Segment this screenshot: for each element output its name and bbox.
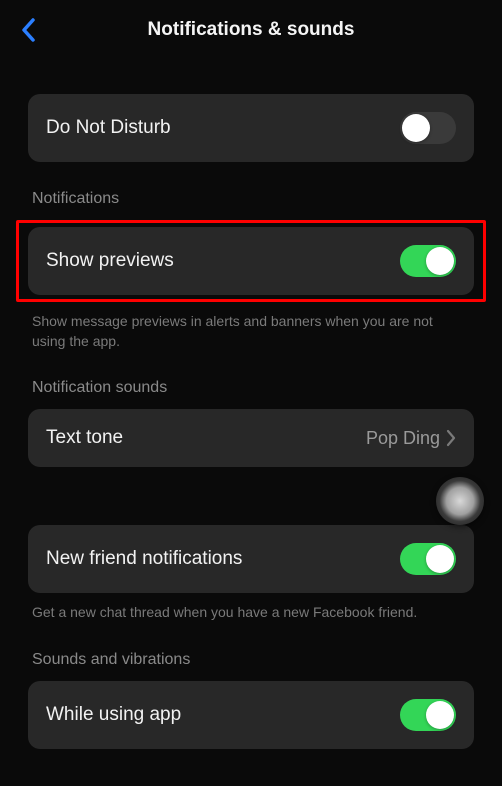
sounds-vibrations-section-header: Sounds and vibrations [28, 651, 474, 669]
show-previews-description: Show message previews in alerts and bann… [28, 312, 474, 351]
highlight-annotation: Show previews [16, 220, 486, 302]
do-not-disturb-row[interactable]: Do Not Disturb [28, 94, 474, 162]
do-not-disturb-toggle[interactable] [400, 112, 456, 144]
new-friend-notifications-description: Get a new chat thread when you have a ne… [28, 603, 474, 623]
new-friend-notifications-row[interactable]: New friend notifications [28, 525, 474, 593]
toggle-knob [426, 701, 454, 729]
toggle-knob [426, 247, 454, 275]
text-tone-row[interactable]: Text tone Pop Ding [28, 409, 474, 467]
while-using-app-label: While using app [46, 704, 181, 726]
chevron-left-icon [20, 17, 36, 43]
text-tone-value: Pop Ding [366, 428, 440, 449]
back-button[interactable] [20, 17, 36, 43]
new-friend-notifications-label: New friend notifications [46, 548, 242, 570]
while-using-app-row[interactable]: While using app [28, 681, 474, 749]
notification-sounds-section-header: Notification sounds [28, 379, 474, 397]
chevron-right-icon [446, 429, 456, 447]
show-previews-label: Show previews [46, 250, 174, 272]
notifications-section-header: Notifications [28, 190, 474, 208]
assistive-touch-button[interactable] [436, 477, 484, 525]
show-previews-row[interactable]: Show previews [28, 227, 474, 295]
do-not-disturb-label: Do Not Disturb [46, 117, 171, 139]
while-using-app-toggle[interactable] [400, 699, 456, 731]
header: Notifications & sounds [0, 0, 502, 60]
toggle-knob [426, 545, 454, 573]
toggle-knob [402, 114, 430, 142]
content: Do Not Disturb Notifications Show previe… [0, 60, 502, 749]
show-previews-toggle[interactable] [400, 245, 456, 277]
new-friend-notifications-toggle[interactable] [400, 543, 456, 575]
text-tone-right: Pop Ding [366, 428, 456, 449]
text-tone-label: Text tone [46, 427, 123, 449]
page-title: Notifications & sounds [148, 19, 355, 41]
